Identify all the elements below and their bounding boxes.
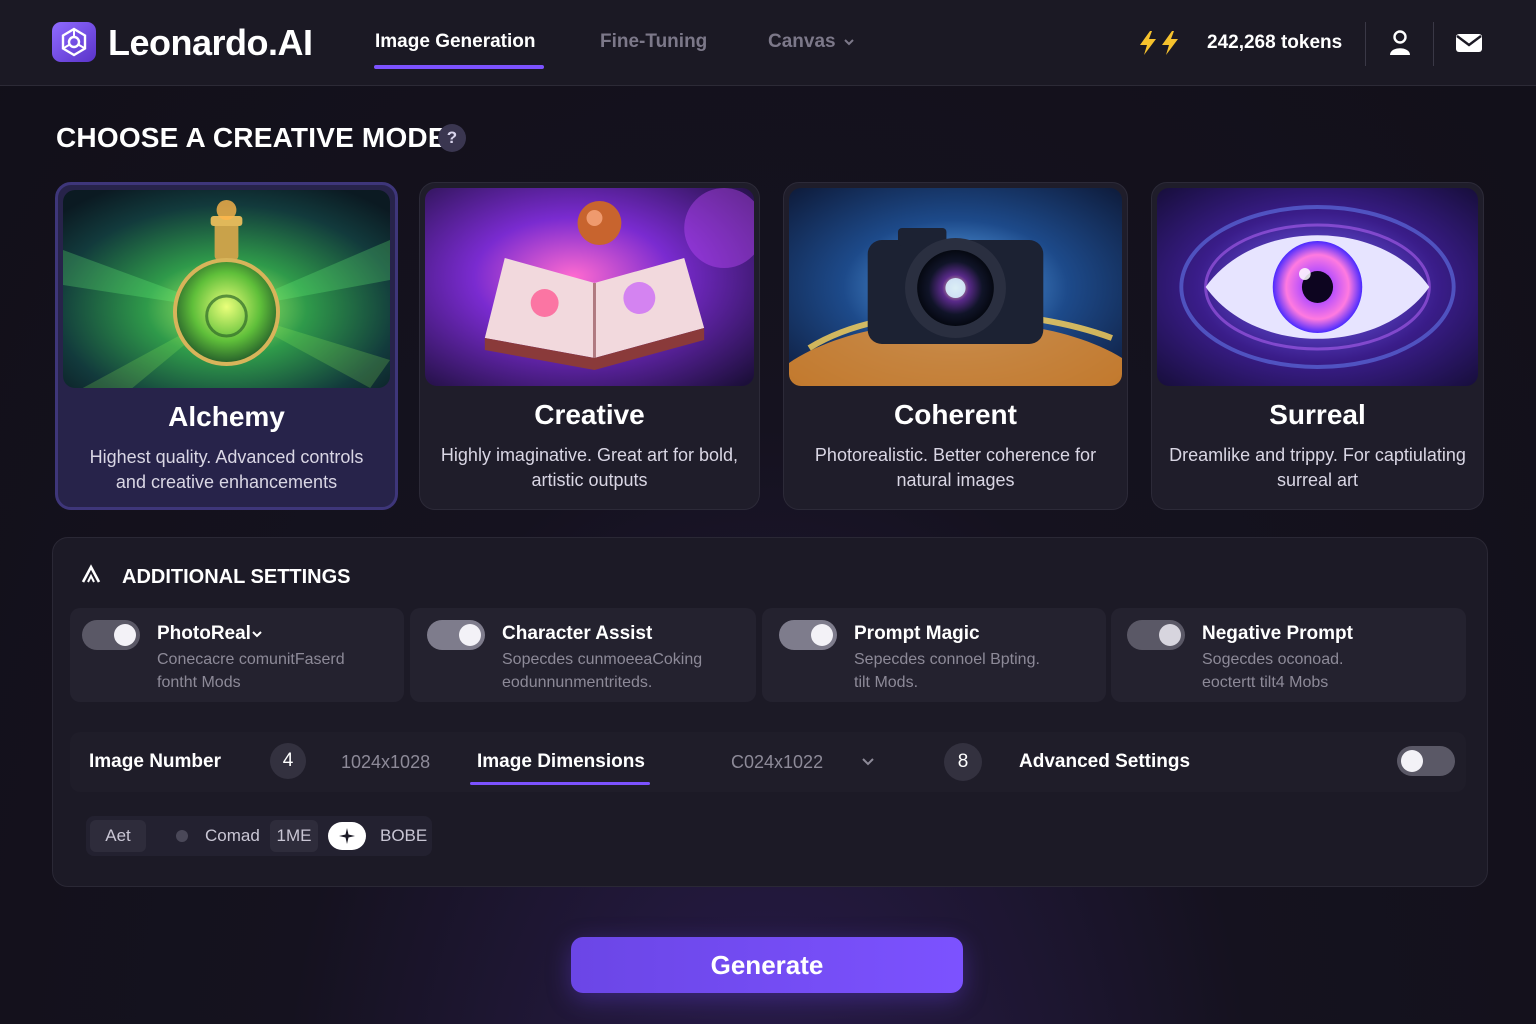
size-chip-secondary[interactable]: BOBE: [380, 826, 427, 846]
description-line: Conecacre comunitFaserd: [157, 651, 345, 668]
mode-card-creative[interactable]: Creative Highly imaginative. Great art f…: [419, 182, 760, 510]
mode-title: Alchemy: [168, 401, 285, 432]
control-chip[interactable]: Comad: [205, 826, 260, 846]
option-description: Conecacre comunitFaserd fontht Mods: [157, 648, 345, 694]
option-description: Sogecdes oconoad. eoctertt tilt4 Mobs: [1202, 648, 1343, 694]
dimension-value[interactable]: C024x1022: [731, 752, 823, 773]
lightning-bolt-icon: [1138, 30, 1182, 61]
brand-name[interactable]: Leonardo.AI: [108, 22, 313, 64]
mode-card-alchemy[interactable]: Alchemy Highest quality. Advanced contro…: [55, 182, 398, 510]
divider: [1433, 22, 1434, 66]
description-line: tilt Mods.: [854, 674, 919, 691]
option-title[interactable]: Character Assist: [502, 623, 652, 645]
mode-description: Highest quality. Advanced controls and c…: [89, 447, 364, 492]
surreal-eye-image: [1157, 188, 1478, 386]
image-dimensions-tab[interactable]: Image Dimensions: [477, 751, 645, 773]
advanced-settings-toggle[interactable]: [1397, 746, 1455, 776]
generate-button[interactable]: Generate: [571, 937, 963, 993]
active-tab-indicator: [374, 65, 544, 69]
option-title[interactable]: PhotoReal: [157, 623, 263, 645]
creative-book-image: [425, 188, 754, 386]
option-description: Sopecdes cunmoeeaCoking eodunnunmentrite…: [502, 648, 702, 694]
coherent-camera-image: [789, 188, 1122, 386]
top-bar: Leonardo.AI Image Generation Fine-Tuning…: [0, 0, 1536, 86]
photoreal-label: PhotoReal: [157, 623, 251, 644]
tab-canvas-label: Canvas: [768, 31, 836, 52]
description-line: fontht Mods: [157, 674, 241, 691]
page-title: CHOOSE A CREATIVE MODE: [56, 122, 447, 153]
mail-icon[interactable]: [1452, 26, 1486, 60]
mode-card-coherent[interactable]: Coherent Photorealistic. Better coherenc…: [783, 182, 1128, 510]
aspect-chip[interactable]: Aet: [90, 820, 146, 852]
description-line: eodunnunmentriteds.: [502, 674, 653, 691]
user-icon[interactable]: [1383, 26, 1417, 60]
tab-fine-tuning[interactable]: Fine-Tuning: [600, 31, 707, 53]
dimensions-tab-indicator: [470, 782, 650, 785]
mode-title: Creative: [534, 399, 645, 430]
chevron-down-icon[interactable]: [861, 755, 875, 773]
image-size-text: 1024x1028: [341, 752, 431, 772]
option-title[interactable]: Prompt Magic: [854, 623, 980, 645]
description-line: eoctertt tilt4 Mobs: [1202, 674, 1329, 691]
chevron-down-icon: [252, 631, 262, 638]
mode-card-surreal[interactable]: Surreal Dreamlike and trippy. For captiu…: [1151, 182, 1484, 510]
help-icon[interactable]: ?: [438, 124, 466, 152]
mode-title: Coherent: [894, 399, 1017, 430]
option-description: Sepecdes connoel Bpting. tilt Mods.: [854, 648, 1040, 694]
description-line: Sepecdes connoel Bpting.: [854, 651, 1040, 668]
description-line: Sogecdes oconoad.: [1202, 651, 1344, 668]
mode-description: Dreamlike and trippy. For captiulating s…: [1169, 445, 1466, 490]
prompt-magic-toggle[interactable]: [779, 620, 837, 650]
dimension-count-badge[interactable]: 8: [944, 743, 982, 781]
tab-image-generation[interactable]: Image Generation: [375, 31, 536, 53]
negative-prompt-toggle[interactable]: [1127, 620, 1185, 650]
logo-mark-icon[interactable]: [52, 22, 96, 62]
mode-title: Surreal: [1269, 399, 1366, 430]
divider: [1365, 22, 1366, 66]
chevron-down-icon: [844, 39, 854, 46]
tab-canvas[interactable]: Canvas: [768, 31, 855, 53]
dot-icon: [176, 830, 188, 842]
token-balance: 242,268 tokens: [1207, 32, 1343, 53]
character-assist-toggle[interactable]: [427, 620, 485, 650]
mode-description: Photorealistic. Better coherence for nat…: [814, 445, 1097, 490]
sparkle-icon[interactable]: [328, 822, 366, 850]
option-title[interactable]: Negative Prompt: [1202, 623, 1353, 645]
advanced-settings-label: Advanced Settings: [1019, 751, 1191, 772]
photoreal-toggle[interactable]: [82, 620, 140, 650]
additional-settings-title: ADDITIONAL SETTINGS: [122, 566, 351, 588]
image-number-label: Image Number: [89, 751, 221, 772]
image-number-selector[interactable]: 4: [270, 743, 306, 779]
alchemy-potion-image: [63, 190, 390, 388]
chevron-up-icon[interactable]: [80, 563, 102, 590]
mode-description: Highly imaginative. Great art for bold, …: [440, 445, 739, 490]
size-chip[interactable]: 1ME: [270, 820, 318, 852]
description-line: Sopecdes cunmoeeaCoking: [502, 651, 703, 668]
